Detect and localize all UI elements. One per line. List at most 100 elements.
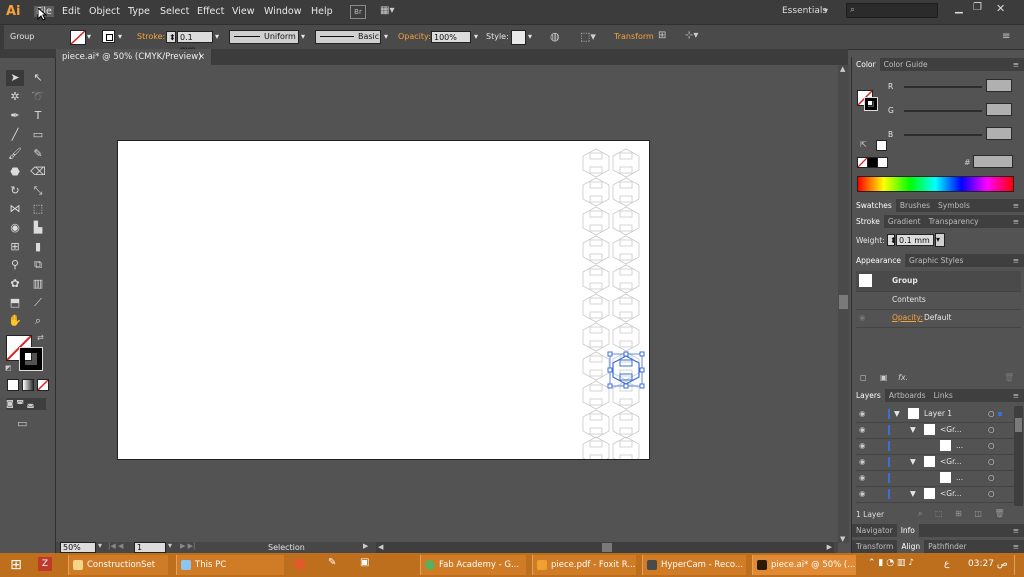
menu-view[interactable]: View xyxy=(232,6,255,17)
pen-tool-icon[interactable]: ✒ xyxy=(6,108,24,124)
target-circle-icon[interactable]: ○ xyxy=(988,422,995,438)
weight-stepper[interactable]: ⬍ xyxy=(887,234,897,246)
appearance-opacity-row[interactable]: ◉ Opacity: Default xyxy=(856,309,1021,328)
chevron-down-icon[interactable]: ▾ xyxy=(935,233,945,247)
menu-object[interactable]: Object xyxy=(89,6,120,17)
symbol-sprayer-tool-icon[interactable]: ✿ xyxy=(6,276,24,292)
artboard-number-field[interactable]: 1 xyxy=(134,542,166,553)
screen-mode-icon[interactable]: ▭ xyxy=(17,417,27,430)
tab-pathfinder[interactable]: Pathfinder xyxy=(924,542,970,551)
hexagon-pattern-artwork[interactable] xyxy=(118,141,649,459)
delete-icon[interactable]: 🗑 xyxy=(1004,373,1014,382)
tab-swatches[interactable]: Swatches xyxy=(852,199,896,212)
fill-none-swatch[interactable] xyxy=(70,30,86,45)
expand-arrow-icon[interactable]: ▼ xyxy=(910,486,916,502)
eye-icon[interactable]: ◉ xyxy=(859,454,866,470)
opacity-link[interactable]: Opacity: xyxy=(892,309,923,327)
opacity-label[interactable]: Opacity: xyxy=(398,32,431,41)
add-new-fill-icon[interactable]: ▣ xyxy=(880,373,888,382)
tray-icons[interactable]: ⌃ ▮ ◔ ▥ ♪ xyxy=(868,558,914,568)
expand-arrow-icon[interactable]: ▼ xyxy=(894,406,900,422)
tab-transparency[interactable]: Transparency xyxy=(925,217,983,226)
chevron-down-icon[interactable]: ▾ xyxy=(215,32,219,41)
bridge-icon[interactable]: Br xyxy=(350,5,366,19)
tab-layers[interactable]: Layers xyxy=(852,389,885,402)
new-layer-icon[interactable]: ◫ xyxy=(974,509,982,518)
chevron-down-icon[interactable]: ▾ xyxy=(301,32,305,41)
new-sublayer-icon[interactable]: ⊞ xyxy=(955,509,962,518)
target-circle-icon[interactable]: ○ xyxy=(988,454,995,470)
selection-tool-icon[interactable]: ➤ xyxy=(6,70,24,86)
swap-fill-stroke-icon[interactable]: ⇄ xyxy=(37,333,44,342)
stroke-label[interactable]: Stroke: xyxy=(137,32,165,41)
vertical-scrollbar[interactable]: ▲ ▼ xyxy=(838,65,849,543)
transform-link[interactable]: Transform xyxy=(614,32,654,41)
graphic-style-swatch[interactable] xyxy=(511,30,526,45)
layers-scrollbar[interactable] xyxy=(1014,406,1023,506)
rotate-tool-icon[interactable]: ↻ xyxy=(6,183,24,199)
layer-row[interactable]: ◉ ▼ <Gr... ○ xyxy=(856,486,1016,503)
eye-icon[interactable]: ◉ xyxy=(859,309,866,327)
stroke-swatch[interactable] xyxy=(102,30,115,43)
panel-menu-icon[interactable]: ≡ xyxy=(1009,389,1023,402)
scale-tool-icon[interactable]: ⤡ xyxy=(29,183,47,199)
show-desktop-button[interactable] xyxy=(1014,555,1023,575)
eye-icon[interactable]: ◉ xyxy=(859,422,866,438)
red-slider[interactable] xyxy=(904,86,982,88)
chevron-down-icon[interactable]: ▾ xyxy=(474,32,478,41)
taskbar-item[interactable]: Fab Academy - G... xyxy=(420,555,526,575)
close-button[interactable]: ✕ xyxy=(996,2,1005,15)
scroll-left-icon[interactable]: ◀ xyxy=(378,543,383,551)
draw-mode-icon[interactable]: ◙ ◚ ◛ xyxy=(6,398,46,410)
variable-width-profile[interactable]: Uniform xyxy=(229,30,299,44)
inkscape-icon[interactable]: ✎ xyxy=(328,557,336,568)
lasso-tool-icon[interactable]: ➰ xyxy=(29,89,47,105)
white-swatch[interactable] xyxy=(877,157,888,168)
blend-tool-icon[interactable]: ⧉ xyxy=(29,257,47,273)
layer-row[interactable]: ◉ ▼ <Gr... ○ xyxy=(856,454,1016,471)
tab-navigator[interactable]: Navigator xyxy=(852,526,897,535)
layers-scroll-thumb[interactable] xyxy=(1015,418,1022,432)
red-value-field[interactable] xyxy=(986,79,1012,92)
gradient-mode-icon[interactable] xyxy=(22,379,34,391)
vertical-scroll-thumb[interactable] xyxy=(839,295,848,309)
chevron-down-icon[interactable]: ▾ xyxy=(168,541,172,550)
opacity-field[interactable]: 100% xyxy=(431,31,471,43)
firefox-icon[interactable] xyxy=(294,558,306,570)
selection-indicator[interactable] xyxy=(998,412,1002,416)
isolate-group-icon[interactable]: ⊞ xyxy=(658,30,666,41)
type-tool-icon[interactable]: T xyxy=(29,108,47,124)
stroke-weight-field[interactable]: 0.1 mm xyxy=(177,31,213,54)
out-of-gamut-icon[interactable]: ⇱ xyxy=(860,140,867,149)
filezilla-icon[interactable]: Z xyxy=(38,557,52,571)
tab-links[interactable]: Links xyxy=(930,391,957,400)
none-mode-icon[interactable] xyxy=(37,379,49,391)
hex-value-field[interactable] xyxy=(973,155,1013,168)
eyedropper-tool-icon[interactable]: ⚲ xyxy=(6,257,24,273)
scroll-up-icon[interactable]: ▲ xyxy=(840,65,845,73)
taskbar-item[interactable]: piece.ai* @ 50% (... xyxy=(752,555,856,575)
default-fill-stroke-icon[interactable]: ◩ xyxy=(5,364,12,372)
hand-tool-icon[interactable]: ✋ xyxy=(6,313,24,329)
shape-builder-tool-icon[interactable]: ◉ xyxy=(6,220,24,236)
menu-select[interactable]: Select xyxy=(160,6,189,17)
target-circle-icon[interactable]: ○ xyxy=(988,486,995,502)
appearance-group-row[interactable]: Group xyxy=(856,271,1021,292)
menu-help[interactable]: Help xyxy=(311,6,333,17)
tab-brushes[interactable]: Brushes xyxy=(896,201,934,210)
pencil-tool-icon[interactable]: ✎ xyxy=(29,146,47,162)
eye-icon[interactable]: ◉ xyxy=(859,438,866,454)
layer-row[interactable]: ◉ ▼ Layer 1 ○ xyxy=(856,406,1016,423)
panel-menu-icon[interactable]: ≡ xyxy=(1009,540,1023,553)
layer-row[interactable]: ◉ ▼ <Gr... ○ xyxy=(856,422,1016,439)
locate-object-icon[interactable]: ⌕ xyxy=(918,509,922,518)
target-circle-icon[interactable]: ○ xyxy=(988,406,995,422)
taskbar-item[interactable]: piece.pdf - Foxit R... xyxy=(532,555,636,575)
zoom-level-field[interactable]: 50% xyxy=(60,542,96,553)
color-spectrum-bar[interactable] xyxy=(857,176,1014,192)
panel-menu-icon[interactable]: ≡ xyxy=(1009,199,1023,212)
language-indicator[interactable]: ع xyxy=(944,559,949,569)
direct-selection-tool-icon[interactable]: ↖ xyxy=(29,70,47,86)
taskbar-item[interactable]: ConstructionSet xyxy=(68,555,168,575)
eye-icon[interactable]: ◉ xyxy=(859,406,866,422)
